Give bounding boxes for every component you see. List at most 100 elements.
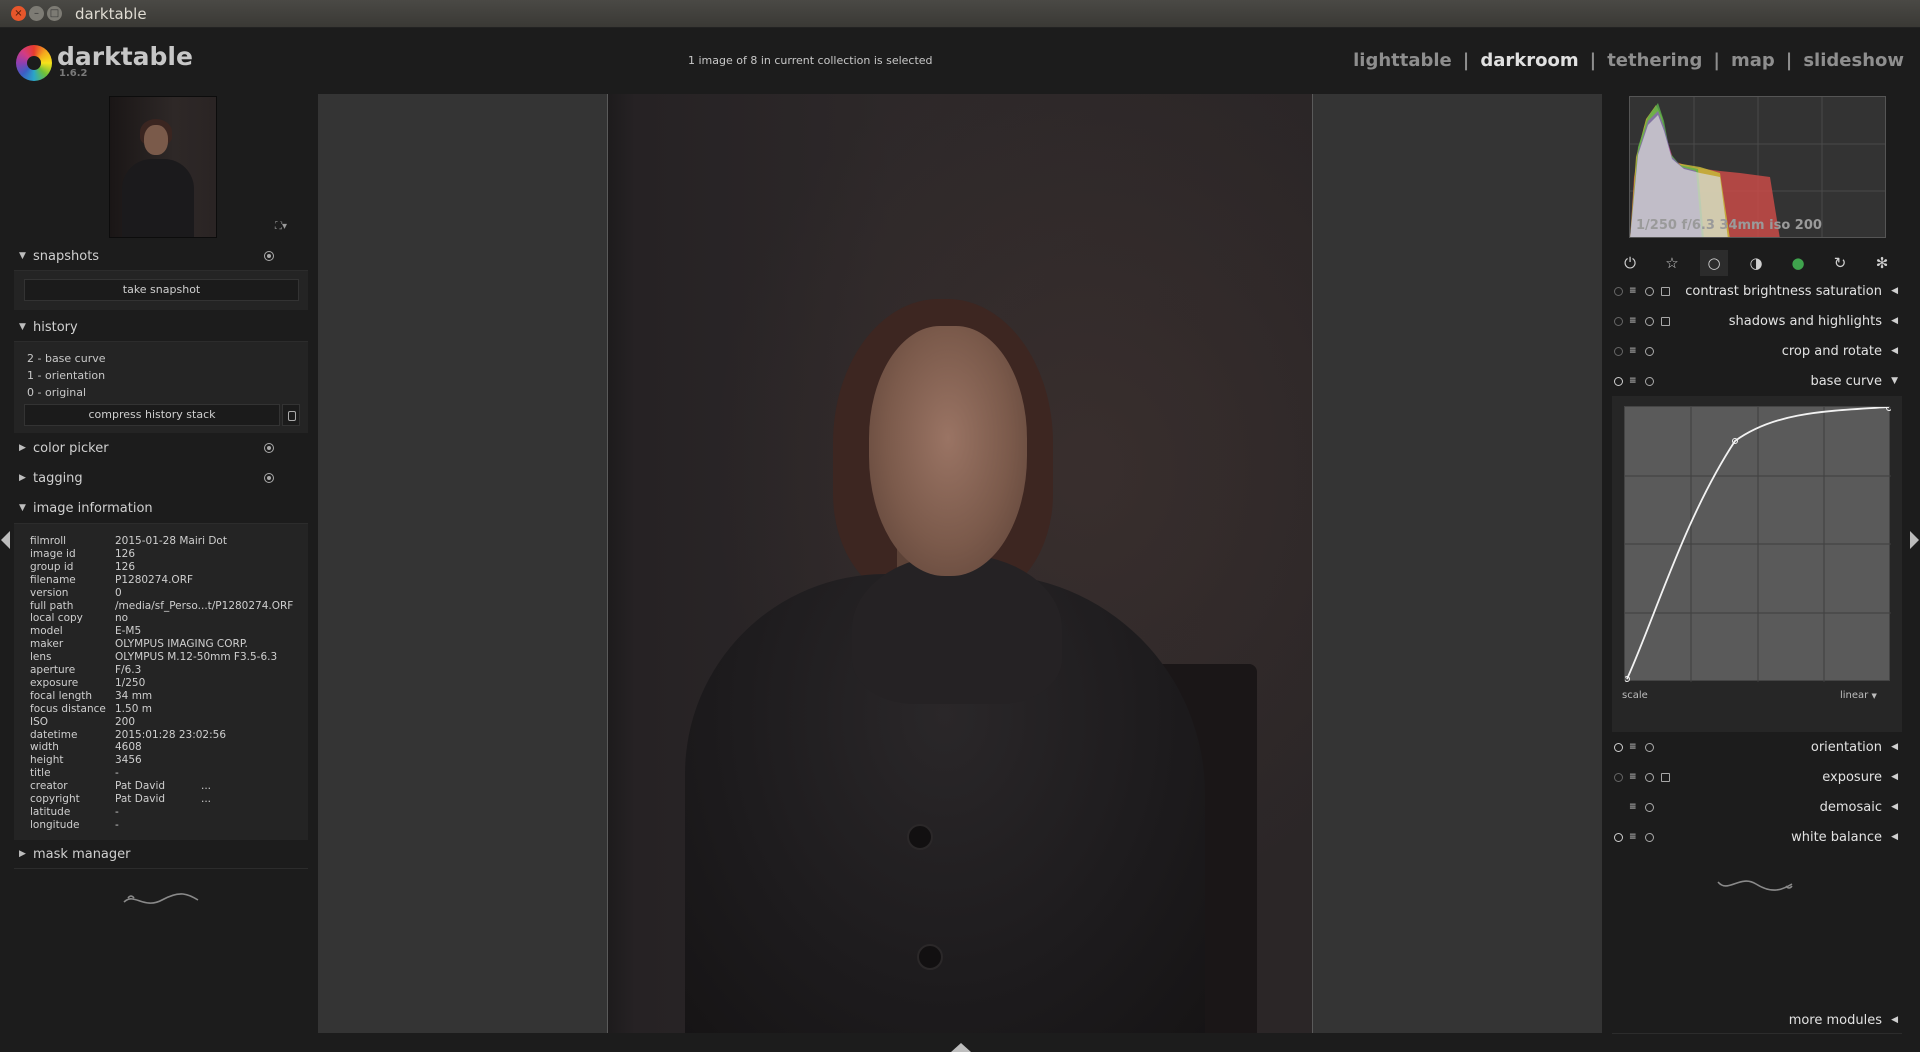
info-extra: ...: [201, 793, 212, 805]
image-information-header[interactable]: ▼ image information: [14, 499, 308, 521]
window-close-button[interactable]: ×: [11, 6, 26, 21]
mask-icon[interactable]: [1661, 317, 1670, 326]
color-group-icon[interactable]: ●: [1784, 250, 1812, 276]
module-expanded-icon[interactable]: ▼: [1891, 376, 1898, 386]
info-value: /media/sf_Perso...t/P1280274.ORF: [115, 599, 294, 612]
presets-menu-icon[interactable]: ≡: [1629, 377, 1638, 386]
module-demosaic[interactable]: ≡ demosaic ◀: [1612, 794, 1902, 822]
power-icon[interactable]: [1614, 317, 1623, 326]
info-value: Pat David: [115, 793, 166, 805]
window-titlebar: × – □ darktable: [0, 0, 1920, 28]
reset-icon[interactable]: [1645, 317, 1654, 326]
history-header[interactable]: ▼ history: [14, 318, 308, 340]
mask-icon[interactable]: [1661, 773, 1670, 782]
module-collapsed-icon[interactable]: ◀: [1891, 346, 1898, 356]
reset-icon[interactable]: [1645, 803, 1654, 812]
more-modules[interactable]: more modules ◀: [1612, 1010, 1902, 1032]
take-snapshot-button[interactable]: take snapshot: [24, 279, 299, 301]
navigation-thumbnail[interactable]: [109, 96, 217, 238]
power-icon[interactable]: [1614, 833, 1623, 842]
expand-icon: ▼: [19, 251, 26, 261]
reset-icon[interactable]: [1645, 743, 1654, 752]
module-shadows-and-highlights[interactable]: ≡ shadows and highlights ◀: [1612, 308, 1902, 336]
power-icon[interactable]: [1614, 287, 1623, 296]
module-orientation[interactable]: ≡ orientation ◀: [1612, 734, 1902, 762]
active-modules-group-icon[interactable]: ⏻: [1616, 250, 1644, 276]
history-item[interactable]: 2 - base curve: [27, 352, 106, 365]
presets-icon[interactable]: [264, 251, 274, 261]
view-darkroom[interactable]: darkroom: [1480, 50, 1578, 71]
info-key: model: [30, 625, 63, 638]
presets-menu-icon[interactable]: ≡: [1629, 347, 1638, 356]
reset-icon[interactable]: [1645, 833, 1654, 842]
reset-icon[interactable]: [1645, 347, 1654, 356]
power-icon[interactable]: [1614, 377, 1623, 386]
compress-history-button[interactable]: compress history stack: [24, 404, 280, 426]
reset-icon[interactable]: [1645, 773, 1654, 782]
power-icon[interactable]: [1614, 743, 1623, 752]
module-white-balance[interactable]: ≡ white balance ◀: [1612, 824, 1902, 852]
module-collapsed-icon[interactable]: ◀: [1891, 832, 1898, 842]
tagging-header[interactable]: ▶ tagging: [14, 469, 308, 491]
correct-group-icon[interactable]: ↻: [1826, 250, 1854, 276]
power-icon[interactable]: [1614, 773, 1623, 782]
color-picker-header[interactable]: ▶ color picker: [14, 439, 308, 461]
left-panel-toggle-arrow[interactable]: [1, 531, 10, 549]
reset-icon[interactable]: [1645, 377, 1654, 386]
mask-manager-header[interactable]: ▶ mask manager: [14, 845, 308, 867]
curve-scale-value: linear: [1840, 690, 1869, 701]
zoom-fit-icon[interactable]: ⛶▾: [275, 221, 287, 232]
info-key: filename: [30, 573, 76, 586]
presets-menu-icon[interactable]: ≡: [1629, 317, 1638, 326]
history-item[interactable]: 1 - orientation: [27, 369, 105, 382]
basic-group-icon[interactable]: ○: [1700, 250, 1728, 276]
module-base-curve[interactable]: ≡ base curve ▼: [1612, 368, 1902, 396]
info-value: 0: [115, 586, 122, 599]
snapshots-header[interactable]: ▼ snapshots: [14, 247, 308, 269]
base-curve-editor[interactable]: [1624, 405, 1892, 682]
module-collapsed-icon[interactable]: ◀: [1891, 286, 1898, 296]
module-collapsed-icon[interactable]: ◀: [1891, 316, 1898, 326]
view-tethering[interactable]: tethering: [1607, 50, 1702, 71]
info-key: aperture: [30, 664, 76, 676]
presets-menu-icon[interactable]: ≡: [1629, 287, 1638, 296]
history-item[interactable]: 0 - original: [27, 386, 86, 399]
view-map[interactable]: map: [1731, 50, 1775, 71]
module-collapsed-icon[interactable]: ◀: [1891, 772, 1898, 782]
info-key: longitude: [30, 818, 80, 831]
module-collapsed-icon[interactable]: ◀: [1891, 802, 1898, 812]
module-name: exposure: [1822, 770, 1882, 785]
view-lighttable[interactable]: lighttable: [1353, 50, 1452, 71]
info-key: title: [30, 767, 51, 780]
histogram[interactable]: 1/250 f/6.3 34mm iso 200: [1629, 96, 1886, 238]
lock-icon[interactable]: [282, 404, 300, 426]
presets-menu-icon[interactable]: ≡: [1629, 833, 1638, 842]
right-panel-toggle-arrow[interactable]: [1910, 531, 1919, 549]
window-minimize-button[interactable]: –: [29, 6, 44, 21]
presets-icon[interactable]: [264, 443, 274, 453]
info-value: Pat David: [115, 780, 166, 793]
info-value: OLYMPUS M.12-50mm F3.5-6.3: [115, 651, 278, 664]
view-slideshow[interactable]: slideshow: [1803, 50, 1904, 71]
info-key: filmroll: [30, 535, 67, 547]
bottom-panel-toggle-arrow[interactable]: [951, 1043, 971, 1052]
info-key: full path: [30, 599, 74, 612]
module-exposure[interactable]: ≡ exposure ◀: [1612, 764, 1902, 792]
main-image[interactable]: [607, 94, 1313, 1033]
module-collapsed-icon[interactable]: ◀: [1891, 742, 1898, 752]
presets-menu-icon[interactable]: ≡: [1629, 803, 1638, 812]
reset-icon[interactable]: [1645, 287, 1654, 296]
snapshots-body: take snapshot: [14, 270, 308, 310]
window-maximize-button[interactable]: □: [47, 6, 62, 21]
presets-icon[interactable]: [264, 473, 274, 483]
favorites-group-icon[interactable]: ☆: [1658, 250, 1686, 276]
presets-menu-icon[interactable]: ≡: [1629, 773, 1638, 782]
module-crop-and-rotate[interactable]: ≡ crop and rotate ◀: [1612, 338, 1902, 366]
effect-group-icon[interactable]: ✻: [1868, 250, 1896, 276]
power-icon[interactable]: [1614, 347, 1623, 356]
presets-menu-icon[interactable]: ≡: [1629, 743, 1638, 752]
tone-group-icon[interactable]: ◑: [1742, 250, 1770, 276]
mask-icon[interactable]: [1661, 287, 1670, 296]
curve-scale-select[interactable]: linear ▼: [1840, 690, 1877, 701]
module-contrast-brightness-saturation[interactable]: ≡ contrast brightness saturation ◀: [1612, 278, 1902, 306]
